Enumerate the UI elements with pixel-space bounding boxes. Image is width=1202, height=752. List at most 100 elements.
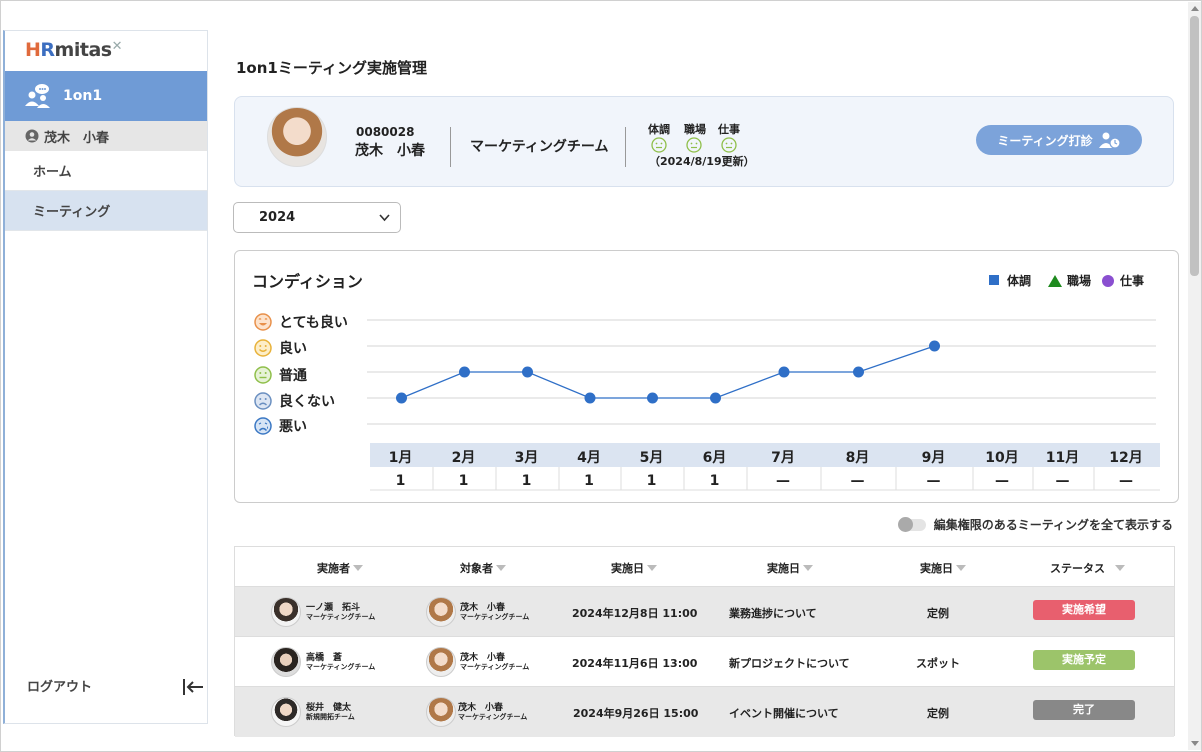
sidebar-user-name: 茂木 小春: [44, 130, 110, 146]
meeting-topic: 新プロジェクトについて: [729, 657, 850, 670]
sort-icon[interactable]: [956, 565, 966, 571]
collapse-sidebar-icon[interactable]: [182, 677, 204, 697]
year-select[interactable]: 2024: [233, 202, 401, 233]
sort-icon[interactable]: [803, 565, 813, 571]
vertical-scrollbar[interactable]: [1188, 2, 1201, 750]
month-tick-label: 9月: [922, 450, 946, 466]
month-tick-label: 5月: [640, 450, 664, 466]
column-header-host[interactable]: 実施者: [317, 560, 363, 576]
sort-icon[interactable]: [647, 565, 657, 571]
meeting-topic: 業務進捗について: [729, 607, 817, 620]
neutral-face-icon: [686, 137, 702, 153]
meeting-count-label: —: [776, 473, 790, 489]
host-team: マーケティングチーム: [306, 663, 376, 671]
status-badge: 完了: [1033, 700, 1135, 720]
data-point: [522, 366, 533, 378]
year-select-value: 2024: [259, 210, 296, 225]
condition-header-body: 体調: [648, 123, 670, 136]
data-point: [929, 340, 940, 352]
target-team: マーケティングチーム: [460, 663, 530, 671]
column-header-type[interactable]: 実施日: [920, 560, 966, 576]
sidebar-item-label: ホーム: [33, 165, 72, 180]
sidebar-user: 茂木 小春: [5, 121, 207, 151]
meeting-count-label: —: [1056, 473, 1070, 489]
table-row[interactable]: 桜井 健太 新規開拓チーム 茂木 小春 マーケティングチーム 2024年9月26…: [235, 687, 1174, 737]
app-logo[interactable]: HRmitas✕: [5, 31, 207, 71]
meeting-count-label: 1: [522, 473, 532, 489]
month-tick-label: 1月: [389, 450, 413, 466]
condition-chart: コンディション 体調 職場 仕事 とても良い 良い 普通 良くない 悪い 1月 1…: [234, 250, 1179, 503]
meeting-count-label: —: [851, 473, 865, 489]
scroll-down-arrow-icon[interactable]: [1191, 741, 1199, 746]
avatar: [426, 597, 456, 627]
scroll-up-arrow-icon[interactable]: [1191, 6, 1199, 11]
data-point: [647, 392, 658, 404]
toggle-knob: [897, 516, 913, 532]
month-tick-label: 2月: [452, 450, 476, 466]
avatar: [271, 597, 301, 627]
page-title: 1on1ミーティング実施管理: [236, 59, 427, 77]
meeting-count-label: 1: [459, 473, 469, 489]
meeting-type: 定例: [927, 607, 949, 620]
avatar: [426, 647, 456, 677]
condition-line-chart: 1月12月13月14月15月16月17月—8月—9月—10月—11月—12月—: [367, 319, 1160, 491]
avatar: [271, 647, 301, 677]
sidebar-item-meeting[interactable]: ミーティング: [5, 191, 207, 231]
column-header-target[interactable]: 対象者: [460, 560, 506, 576]
status-badge: 実施希望: [1033, 600, 1135, 620]
neutral-face-icon: [651, 137, 667, 153]
month-tick-label: 4月: [577, 450, 601, 466]
sidebar-item-label: ミーティング: [33, 205, 111, 220]
logout-link[interactable]: ログアウト: [27, 676, 92, 695]
meeting-table: 実施者 対象者 実施日 実施日 実施日 ステータス 一ノ瀬 拓斗 マーケティング…: [234, 546, 1175, 737]
sidebar-section-label: 1on1: [63, 88, 103, 104]
month-tick-label: 11月: [1046, 450, 1079, 466]
data-point: [584, 392, 596, 404]
employee-team: マーケティングチーム: [470, 139, 609, 155]
month-tick-label: 10月: [985, 450, 1018, 466]
target-team: マーケティングチーム: [460, 613, 530, 621]
host-team: マーケティングチーム: [306, 613, 376, 621]
sort-icon[interactable]: [496, 565, 506, 571]
host-team: 新規開拓チーム: [306, 713, 355, 721]
month-tick-label: 6月: [703, 450, 727, 466]
chevron-down-icon: [379, 214, 390, 222]
month-axis-band: [370, 443, 1160, 467]
show-all-toggle-row[interactable]: 編集権限のあるミーティングを全て表示する: [897, 516, 1173, 533]
meeting-date: 2024年9月26日 15:00: [573, 707, 699, 720]
meeting-date: 2024年11月6日 13:00: [572, 657, 698, 670]
meeting-request-button[interactable]: ミーティング打診: [976, 125, 1142, 155]
condition-updated-date: （2024/8/19更新）: [649, 155, 755, 168]
sidebar-item-home[interactable]: ホーム: [5, 151, 207, 191]
user-icon: [25, 129, 39, 143]
employee-name: 茂木 小春: [355, 143, 425, 159]
column-header-topic[interactable]: 実施日: [767, 560, 813, 576]
meeting-topic: イベント開催について: [729, 707, 839, 720]
column-header-date[interactable]: 実施日: [611, 560, 657, 576]
user-clock-icon: [1098, 132, 1121, 149]
show-all-toggle[interactable]: [897, 516, 926, 532]
neutral-face-icon: [721, 137, 737, 153]
people-chat-icon: [25, 84, 50, 108]
meeting-count-label: 1: [584, 473, 594, 489]
meeting-type: 定例: [927, 707, 949, 720]
meeting-type: スポット: [916, 657, 960, 670]
meeting-count-label: —: [1119, 473, 1133, 489]
table-row[interactable]: 一ノ瀬 拓斗 マーケティングチーム 茂木 小春 マーケティングチーム 2024年…: [235, 587, 1174, 637]
avatar: [426, 697, 456, 727]
scrollbar-thumb[interactable]: [1190, 16, 1199, 276]
data-point: [396, 392, 407, 404]
avatar: [267, 107, 327, 167]
sort-icon[interactable]: [353, 565, 363, 571]
table-header: 実施者 対象者 実施日 実施日 実施日 ステータス: [235, 547, 1174, 587]
column-header-status[interactable]: ステータス: [1050, 560, 1125, 576]
avatar: [271, 697, 301, 727]
table-row[interactable]: 高橋 蒼 マーケティングチーム 茂木 小春 マーケティングチーム 2024年11…: [235, 637, 1174, 687]
meeting-count-label: 1: [710, 473, 720, 489]
toggle-label: 編集権限のあるミーティングを全て表示する: [933, 518, 1173, 532]
profile-card: 0080028 茂木 小春 マーケティングチーム 体調 職場 仕事 （2024/…: [234, 96, 1174, 187]
month-tick-label: 12月: [1109, 450, 1142, 466]
meeting-count-label: —: [927, 473, 941, 489]
sort-icon[interactable]: [1115, 565, 1125, 571]
sidebar-section-1on1[interactable]: 1on1: [5, 71, 207, 121]
